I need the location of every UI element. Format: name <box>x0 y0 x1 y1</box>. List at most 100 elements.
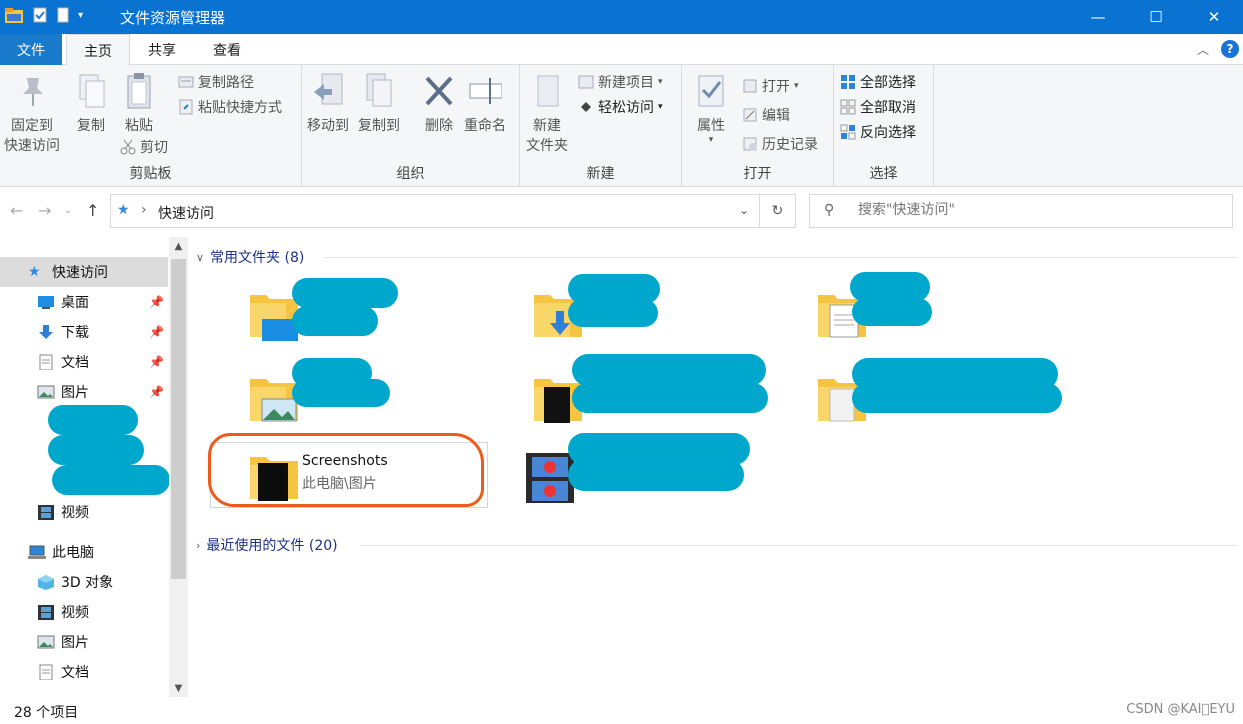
redacted-folder-name <box>292 278 398 308</box>
back-arrow-icon[interactable]: ← <box>10 201 23 220</box>
section-divider <box>360 545 1238 546</box>
content-pane: ∨ 常用文件夹 (8) Screenshots 此电脑\图片 › 最近使用的文件… <box>196 237 1243 697</box>
expand-chevron-icon: › <box>196 538 201 552</box>
redacted-sidebar-item[interactable] <box>48 435 144 465</box>
address-dropdown-icon[interactable]: ⌄ <box>739 203 749 217</box>
select-none-button[interactable]: 全部取消 <box>840 97 916 117</box>
window-title: 文件资源管理器 <box>120 9 226 27</box>
new-folder-button[interactable]: 新建 文件夹 <box>526 71 568 155</box>
edit-button[interactable]: 编辑 <box>742 105 790 125</box>
pinned-icon: 📌 <box>149 355 164 369</box>
tab-view[interactable]: 查看 <box>196 34 258 65</box>
new-item-button[interactable]: 新建项目 ▾ <box>578 72 663 92</box>
new-item-icon <box>578 75 594 89</box>
search-box[interactable]: ⚲ <box>809 194 1233 228</box>
rename-icon <box>469 78 502 104</box>
copy-path-icon <box>178 76 194 88</box>
sidebar-item-documents[interactable]: 文档 📌 <box>0 347 168 377</box>
frequent-folders-header[interactable]: ∨ 常用文件夹 (8) <box>196 246 304 268</box>
forward-arrow-icon[interactable]: → <box>38 201 51 220</box>
new-folder-qat-icon[interactable] <box>56 6 70 24</box>
ribbon-tabs: 文件 主页 共享 查看 ︿ ? <box>0 34 1243 66</box>
new-group-label: 新建 <box>586 166 615 182</box>
properties-button[interactable]: 属性 ▾ <box>694 71 728 145</box>
qat-dropdown-icon[interactable]: ▾ <box>78 10 83 21</box>
address-bar[interactable]: ★ › 快速访问 ⌄ ↻ <box>110 194 796 228</box>
refresh-button[interactable]: ↻ <box>759 195 795 227</box>
quick-access-star-icon: ★ <box>117 202 130 218</box>
close-button[interactable]: ✕ <box>1185 0 1243 34</box>
tab-home[interactable]: 主页 <box>66 34 130 66</box>
computer-icon <box>28 545 46 559</box>
sidebar-item-desktop[interactable]: 桌面 📌 <box>0 287 168 317</box>
sidebar-item-3d-objects[interactable]: 3D 对象 <box>0 567 168 597</box>
move-to-button[interactable]: 移动到 <box>307 71 349 135</box>
open-button[interactable]: 打开 ▾ <box>742 76 799 96</box>
breadcrumb[interactable]: 快速访问 <box>158 203 214 223</box>
select-all-button[interactable]: 全部选择 <box>840 72 916 92</box>
help-icon[interactable]: ? <box>1221 40 1239 58</box>
pin-to-quick-access-button[interactable]: 固定到 快速访问 <box>4 71 60 155</box>
history-icon <box>743 137 757 151</box>
cut-button[interactable]: 剪切 <box>120 137 168 157</box>
properties-qat-icon[interactable] <box>32 6 48 24</box>
scroll-thumb[interactable] <box>171 259 186 579</box>
maximize-button[interactable]: ☐ <box>1127 0 1185 34</box>
sidebar-item-videos[interactable]: 视频 <box>0 497 168 527</box>
redacted-sidebar-item[interactable] <box>48 405 138 435</box>
sidebar-item-pc-documents[interactable]: 文档 <box>0 657 168 687</box>
delete-button[interactable]: 删除 <box>422 71 456 135</box>
search-input[interactable] <box>858 202 1218 218</box>
copy-to-button[interactable]: 复制到 <box>358 71 400 135</box>
select-none-icon <box>840 99 856 115</box>
up-arrow-icon[interactable]: ↑ <box>86 201 99 220</box>
redacted-sidebar-item[interactable] <box>52 465 170 495</box>
redacted-folder-name <box>568 299 658 327</box>
status-bar: 28 个项目 CSDN @KAI EYU <box>0 697 1243 724</box>
breadcrumb-chevron-icon[interactable]: › <box>141 202 147 218</box>
open-icon <box>743 79 757 93</box>
3d-objects-icon <box>38 575 54 590</box>
redacted-folder-name <box>852 383 1062 413</box>
copy-path-button[interactable]: 复制路径 <box>178 72 254 92</box>
clipboard-group-label: 剪贴板 <box>129 166 172 182</box>
copy-button[interactable]: 复制 <box>74 71 108 135</box>
paste-icon <box>127 73 151 109</box>
redacted-file-name <box>568 459 744 491</box>
navigation-scrollbar[interactable]: ▲ ▼ <box>169 237 188 697</box>
sidebar-item-pictures[interactable]: 图片 📌 <box>0 377 168 407</box>
recent-files-header[interactable]: › 最近使用的文件 (20) <box>196 534 338 556</box>
minimize-button[interactable]: — <box>1069 0 1127 34</box>
collapse-ribbon-icon[interactable]: ︿ <box>1197 41 1209 58</box>
sidebar-item-this-pc[interactable]: 此电脑 <box>0 537 168 567</box>
redacted-folder-name <box>572 354 766 386</box>
history-button[interactable]: 历史记录 <box>742 134 818 154</box>
easy-access-button[interactable]: 轻松访问 ▾ <box>578 97 663 117</box>
paste-shortcut-button[interactable]: 粘贴快捷方式 <box>178 97 282 117</box>
sidebar-item-downloads[interactable]: 下载 📌 <box>0 317 168 347</box>
document-icon <box>39 664 53 680</box>
invert-selection-button[interactable]: 反向选择 <box>840 122 916 142</box>
paste-shortcut-icon <box>179 99 193 115</box>
quick-access-toolbar: ▾ <box>4 6 83 24</box>
scroll-up-icon[interactable]: ▲ <box>169 237 188 255</box>
tab-file[interactable]: 文件 <box>0 34 62 65</box>
rename-button[interactable]: 重命名 <box>464 71 506 135</box>
scroll-down-icon[interactable]: ▼ <box>169 679 188 697</box>
select-group: 全部选择 全部取消 反向选择 选择 <box>834 65 934 187</box>
sidebar-item-pc-videos[interactable]: 视频 <box>0 597 168 627</box>
organize-group: 移动到 复制到 删除 重命名 组织 <box>302 65 520 187</box>
refresh-icon: ↻ <box>771 203 784 219</box>
sidebar-item-pc-pictures[interactable]: 图片 <box>0 627 168 657</box>
recent-locations-chevron-icon[interactable]: ⌄ <box>64 205 72 216</box>
select-all-icon <box>841 75 855 89</box>
new-group: 新建 文件夹 新建项目 ▾ 轻松访问 ▾ 新建 <box>520 65 682 187</box>
video-film-icon <box>38 505 54 520</box>
download-arrow-icon <box>39 325 53 339</box>
tab-share[interactable]: 共享 <box>132 34 192 65</box>
search-icon: ⚲ <box>824 202 835 218</box>
paste-button[interactable]: 粘贴 <box>122 71 156 135</box>
sidebar-item-quick-access[interactable]: ★ 快速访问 <box>0 257 168 287</box>
title-bar: ▾ 文件资源管理器 — ☐ ✕ <box>0 0 1243 34</box>
collapse-chevron-icon: ∨ <box>196 250 205 264</box>
